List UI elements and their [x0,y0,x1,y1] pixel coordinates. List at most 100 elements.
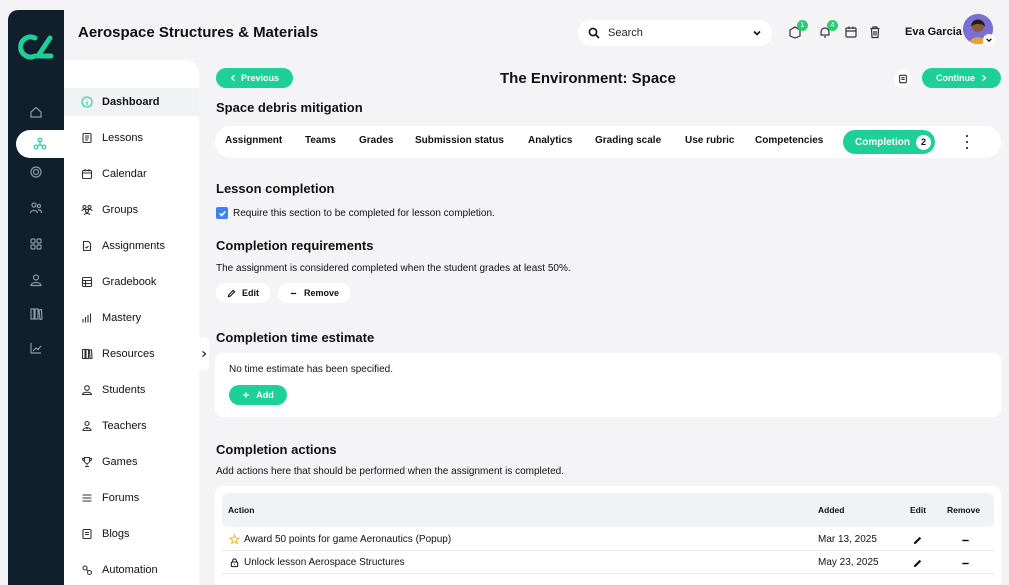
tab-submission-status[interactable]: Submission status [415,135,504,146]
tab-completion[interactable]: Completion 2 [843,130,935,154]
sidebar-item-assignments[interactable]: Assignments [64,232,199,260]
sidebar-item-calendar[interactable]: Calendar [64,160,199,188]
sidebar-item-automation[interactable]: Automation [64,556,199,584]
rail-network-icon[interactable] [16,130,64,158]
sidebar-item-gradebook[interactable]: Gradebook [64,268,199,296]
search-input[interactable] [608,27,752,39]
print-button[interactable] [894,70,912,88]
tab-analytics[interactable]: Analytics [528,135,572,146]
require-completion-checkbox[interactable] [216,207,228,219]
sidebar-item-students[interactable]: Students [64,376,199,404]
user-name[interactable]: Eva Garcia [905,26,962,38]
minus-icon [290,292,297,294]
trash-icon[interactable] [868,25,882,39]
column-header-remove: Remove [947,505,981,515]
pencil-icon [913,536,922,545]
blog-icon [82,528,92,540]
added-date: May 23, 2025 [818,557,879,568]
forum-icon [82,494,92,502]
tab-competencies[interactable]: Competencies [755,135,823,146]
sidebar-item-groups[interactable]: Groups [64,196,199,224]
info-icon [81,96,93,108]
remove-requirement-button[interactable]: Remove [278,283,351,303]
tasks-badge: 1 [797,20,808,31]
tab-teams[interactable]: Teams [305,135,336,146]
previous-label: Previous [240,73,280,83]
tasks-icon[interactable]: 1 [788,20,808,39]
page-subtitle: Space debris mitigation [216,100,363,115]
edit-action-button[interactable] [912,535,927,546]
resources-icon [81,348,93,360]
automation-icon [82,565,93,576]
chevron-down-icon[interactable] [752,28,762,38]
tab-completion-count: 2 [916,134,931,150]
action-text: Unlock lesson Aerospace Structures [244,557,405,568]
chevron-right-icon [982,74,987,82]
plus-icon [243,392,250,398]
app-rail [8,10,64,585]
calendar-icon [81,169,93,180]
tab-use-rubric[interactable]: Use rubric [685,135,734,146]
lessons-icon [82,132,92,144]
sidebar-item-teachers[interactable]: Teachers [64,412,199,440]
sidebar-item-label: Calendar [102,168,147,180]
table-row: Unlock lesson Aerospace Structures May 2… [222,552,994,574]
bell-icon[interactable]: 4 [818,20,838,39]
tab-grades[interactable]: Grades [359,135,393,146]
action-cell: Award 50 points for game Aeronautics (Po… [229,534,451,545]
sidebar-item-mastery[interactable]: Mastery [64,304,199,332]
rail-grid-icon[interactable] [8,230,64,258]
rail-home-icon[interactable] [8,98,64,126]
table-row: Award 50 points for game Aeronautics (Po… [222,529,994,551]
rail-target-icon[interactable] [8,158,64,186]
search-icon [588,27,600,39]
edit-action-button[interactable] [912,558,927,569]
completion-actions-table: Action Added Edit Remove Award 50 points… [215,486,1001,585]
calendar-icon[interactable] [844,25,858,39]
remove-action-button[interactable] [960,535,975,546]
sidebar-item-label: Gradebook [102,276,157,288]
sidebar-item-label: Students [102,384,146,396]
sidebar-item-blogs[interactable]: Blogs [64,520,199,548]
actions-text: Add actions here that should be performe… [216,466,564,477]
tab-completion-label: Completion [855,136,910,148]
rail-user-icon[interactable] [8,266,64,294]
action-text: Award 50 points for game Aeronautics (Po… [244,534,452,545]
sidebar-item-label: Mastery [102,312,142,324]
sidebar-item-label: Dashboard [102,96,160,108]
sidebar-item-label: Lessons [102,132,143,144]
assignment-icon [82,240,92,252]
tab-assignment[interactable]: Assignment [225,135,282,146]
sidebar-item-resources[interactable]: Resources [64,340,199,368]
sidebar-item-label: Resources [102,348,155,360]
teacher-icon [82,420,92,432]
rail-library-icon[interactable] [8,300,64,328]
sidebar-item-label: Groups [102,204,139,216]
rail-chart-icon[interactable] [8,334,64,362]
column-header-added: Added [818,505,845,515]
sidebar-item-lessons[interactable]: Lessons [64,124,199,152]
edit-label: Edit [242,288,259,298]
search-box[interactable] [578,20,772,46]
sidebar-item-games[interactable]: Games [64,448,199,476]
previous-button[interactable]: Previous [216,68,293,88]
tab-grading-scale[interactable]: Grading scale [595,135,661,146]
add-time-estimate-button[interactable]: Add [229,385,287,405]
completion-time-heading: Completion time estimate [216,330,375,345]
sidebar-item-dashboard[interactable]: Dashboard [64,88,199,116]
rail-people-icon[interactable] [8,194,64,222]
app-logo[interactable] [18,32,54,62]
sidebar-item-forums[interactable]: Forums [64,484,199,512]
require-completion-label[interactable]: Require this section to be completed for… [233,208,495,219]
avatar-chevron-icon[interactable] [983,34,995,46]
completion-requirements-heading: Completion requirements [216,238,374,253]
print-icon [899,74,907,84]
sidebar-item-label: Games [102,456,138,468]
edit-requirement-button[interactable]: Edit [216,283,270,303]
chevron-right-icon [202,350,207,358]
more-options-icon[interactable] [963,135,971,149]
column-header-action: Action [228,505,255,515]
completion-actions-heading: Completion actions [216,442,337,457]
remove-action-button[interactable] [960,558,975,569]
continue-button[interactable]: Continue [922,68,1001,88]
